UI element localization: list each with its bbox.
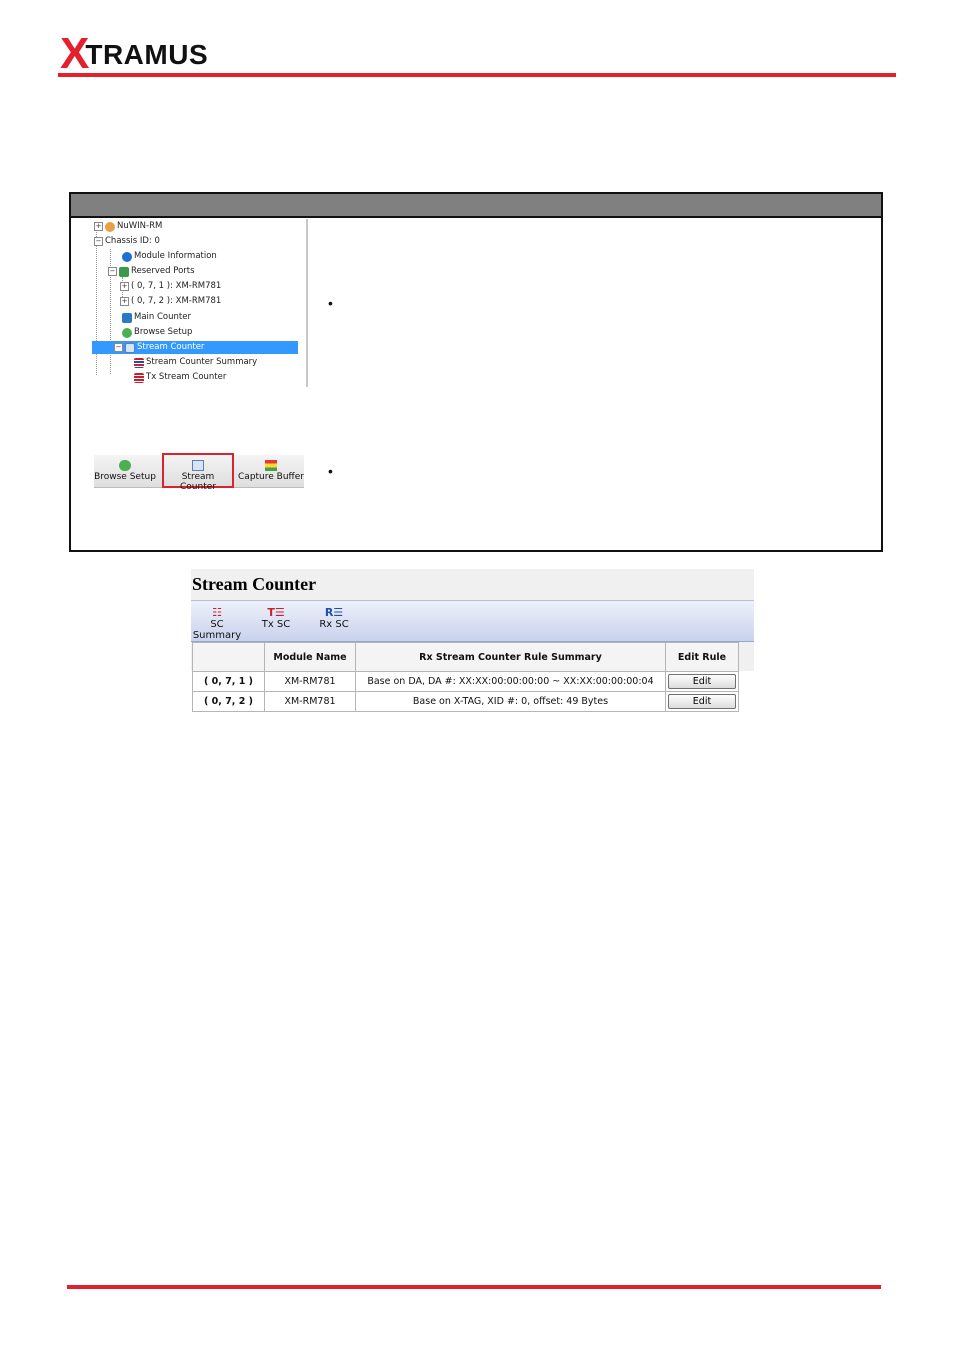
browse-setup-icon bbox=[122, 327, 132, 338]
tree-node-tx-stream-counter[interactable]: Tx Stream Counter bbox=[134, 371, 226, 384]
sc-summary-icon bbox=[134, 357, 144, 368]
tree-node-label: Tx Stream Counter bbox=[146, 372, 227, 382]
tree-node-stream-counter[interactable]: − Stream Counter bbox=[92, 341, 298, 354]
edit-button[interactable]: Edit bbox=[668, 694, 736, 709]
port-cell: ( 0, 7, 2 ) bbox=[192, 691, 265, 712]
browse-setup-button[interactable]: Browse Setup bbox=[94, 455, 156, 486]
column-header-module-name: Module Name bbox=[264, 642, 356, 672]
capture-buffer-button[interactable]: Capture Buffer bbox=[238, 455, 304, 486]
sc-summary-icon: ☷ bbox=[212, 606, 222, 619]
edit-cell: Edit bbox=[665, 691, 739, 712]
collapse-icon[interactable]: − bbox=[94, 237, 103, 246]
tree-node-module-information[interactable]: Module Information bbox=[122, 250, 217, 263]
tree-node-label: Chassis ID: 0 bbox=[105, 236, 160, 246]
edit-button[interactable]: Edit bbox=[668, 674, 736, 689]
tree-node-label: ( 0, 7, 2 ): XM-RM781 bbox=[131, 296, 222, 306]
summary-cell: Base on X-TAG, XID #: 0, offset: 49 Byte… bbox=[355, 691, 666, 712]
logo-x: X bbox=[60, 29, 89, 78]
ports-icon bbox=[119, 266, 129, 277]
logo-text: TRAMUS bbox=[85, 39, 209, 70]
button-label: Capture Buffer bbox=[238, 472, 304, 482]
table-header-row: Module Name Rx Stream Counter Rule Summa… bbox=[192, 642, 739, 672]
footer-rule bbox=[67, 1285, 881, 1289]
info-icon bbox=[122, 251, 132, 262]
tab-label: Tx SC bbox=[261, 619, 291, 630]
button-label: Browse Setup bbox=[94, 472, 156, 482]
module-cell: XM-RM781 bbox=[264, 691, 356, 712]
stream-counter-tabs: ☷ SC Summary T☰ Tx SC R☰ Rx SC bbox=[191, 600, 754, 642]
column-header-port bbox=[192, 642, 265, 672]
tree-node-label: Browse Setup bbox=[134, 327, 193, 337]
browse-setup-icon bbox=[119, 460, 131, 471]
rx-stream-counter-table: Module Name Rx Stream Counter Rule Summa… bbox=[192, 642, 739, 712]
port-cell: ( 0, 7, 1 ) bbox=[192, 671, 265, 692]
tree-node-label: Stream Counter bbox=[137, 342, 205, 352]
stream-counter-title: Stream Counter bbox=[192, 574, 317, 594]
stream-counter-button[interactable]: Stream Counter bbox=[162, 453, 234, 492]
tab-tx-sc[interactable]: T☰ Tx SC bbox=[259, 606, 293, 631]
tab-label: SC Summary bbox=[192, 619, 242, 641]
tree-node-browse-setup[interactable]: Browse Setup bbox=[122, 326, 192, 339]
xtramus-logo: X TRAMUS bbox=[60, 29, 209, 78]
bullet: • bbox=[328, 463, 333, 479]
column-header-rule-summary: Rx Stream Counter Rule Summary bbox=[355, 642, 666, 672]
stream-counter-icon bbox=[192, 460, 204, 471]
main-counter-icon bbox=[122, 312, 132, 323]
tree-node-stream-counter-summary[interactable]: Stream Counter Summary bbox=[134, 356, 257, 369]
tree-node-main-counter[interactable]: Main Counter bbox=[122, 311, 191, 324]
bullet: • bbox=[328, 295, 333, 311]
column-header-edit-rule: Edit Rule bbox=[665, 642, 739, 672]
expand-icon[interactable]: + bbox=[120, 282, 129, 291]
capture-buffer-icon bbox=[265, 460, 277, 471]
tree-node-label: Module Information bbox=[134, 251, 217, 261]
button-label: Stream Counter bbox=[180, 472, 216, 492]
module-cell: XM-RM781 bbox=[264, 671, 356, 692]
expand-icon[interactable]: + bbox=[94, 222, 103, 231]
collapse-icon[interactable]: − bbox=[108, 267, 117, 276]
tree-node-reserved-ports[interactable]: − Reserved Ports bbox=[108, 265, 195, 278]
collapse-icon[interactable]: − bbox=[114, 343, 123, 352]
tree-node-label: ( 0, 7, 1 ): XM-RM781 bbox=[131, 281, 222, 291]
tree-node-label: NuWIN-RM bbox=[117, 221, 163, 231]
tab-label: Rx SC bbox=[319, 619, 349, 630]
table-row: ( 0, 7, 1 ) XM-RM781 Base on DA, DA #: X… bbox=[192, 671, 739, 692]
stream-counter-icon bbox=[125, 342, 135, 353]
tree-node-label: Main Counter bbox=[134, 312, 191, 322]
tree-node-label: Stream Counter Summary bbox=[146, 357, 258, 367]
rx-sc-icon: R☰ bbox=[324, 606, 344, 619]
tab-sc-summary[interactable]: ☷ SC Summary bbox=[189, 606, 245, 642]
info-table-header bbox=[71, 194, 881, 218]
header-rule bbox=[58, 73, 896, 77]
nuwin-icon bbox=[105, 221, 115, 232]
tree-node-port-072[interactable]: + ( 0, 7, 2 ): XM-RM781 bbox=[120, 295, 221, 308]
tx-sc-icon bbox=[134, 372, 144, 383]
summary-cell: Base on DA, DA #: XX:XX:00:00:00:00 ~ XX… bbox=[355, 671, 666, 692]
table-row: ( 0, 7, 2 ) XM-RM781 Base on X-TAG, XID … bbox=[192, 691, 739, 712]
tx-sc-icon: T☰ bbox=[267, 606, 285, 619]
tree-node-port-071[interactable]: + ( 0, 7, 1 ): XM-RM781 bbox=[120, 280, 221, 293]
tree-node-chassis[interactable]: − Chassis ID: 0 bbox=[94, 235, 160, 248]
tree-view[interactable]: + NuWIN-RM − Chassis ID: 0 Module Inform… bbox=[92, 219, 308, 387]
tree-node-nuwin[interactable]: + NuWIN-RM bbox=[94, 220, 162, 233]
expand-icon[interactable]: + bbox=[120, 297, 129, 306]
tree-node-label: Reserved Ports bbox=[131, 266, 195, 276]
edit-cell: Edit bbox=[665, 671, 739, 692]
tab-rx-sc[interactable]: R☰ Rx SC bbox=[317, 606, 351, 631]
main-toolbar: Browse Setup Stream Counter Capture Buff… bbox=[94, 453, 304, 492]
